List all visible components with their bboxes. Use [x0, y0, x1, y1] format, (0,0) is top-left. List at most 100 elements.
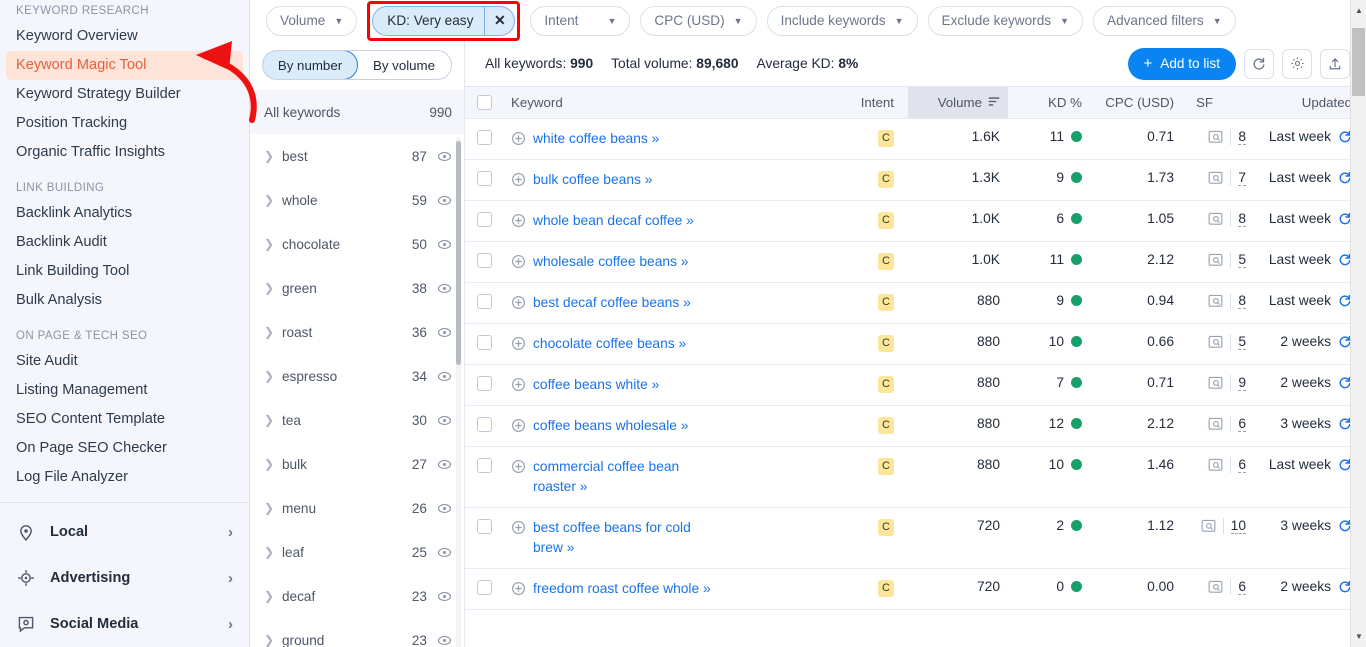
sf-value[interactable]: 6 [1238, 457, 1246, 473]
table-row[interactable]: bulk coffee beans » C 1.3K 9 1.73 7 Last week [465, 159, 1366, 201]
serp-features-icon[interactable] [1208, 580, 1223, 594]
eye-icon[interactable] [437, 281, 452, 296]
scroll-down-icon[interactable]: ▼ [1351, 628, 1366, 645]
group-row[interactable]: ❯ menu 26 [250, 486, 464, 530]
sf-value[interactable]: 7 [1238, 170, 1246, 186]
filter-intent[interactable]: Intent ▼ [530, 5, 631, 36]
sf-value[interactable]: 5 [1238, 252, 1246, 268]
keyword-link[interactable]: commercial coffee bean roaster » [533, 457, 718, 497]
row-checkbox[interactable] [476, 457, 492, 473]
eye-icon[interactable] [437, 149, 452, 164]
serp-features-icon[interactable] [1208, 376, 1223, 390]
column-header-volume[interactable]: Volume [908, 86, 1008, 119]
select-all-checkbox[interactable] [476, 95, 492, 111]
row-checkbox[interactable] [476, 334, 492, 350]
serp-features-icon[interactable] [1201, 519, 1216, 533]
refresh-icon[interactable] [1244, 48, 1274, 79]
sf-value[interactable]: 5 [1238, 334, 1246, 350]
serp-features-icon[interactable] [1208, 130, 1223, 144]
sidebar-item-keyword-strategy-builder[interactable]: Keyword Strategy Builder [0, 80, 249, 109]
group-row[interactable]: ❯ decaf 23 [250, 574, 464, 618]
table-row[interactable]: commercial coffee bean roaster » C 880 10 1.… [465, 446, 1366, 508]
serp-features-icon[interactable] [1208, 253, 1223, 267]
row-checkbox[interactable] [476, 375, 492, 391]
sf-value[interactable]: 8 [1238, 293, 1246, 309]
eye-icon[interactable] [437, 237, 452, 252]
keyword-link[interactable]: white coffee beans » [533, 129, 659, 149]
table-row[interactable]: freedom roast coffee whole » C 720 0 0.00 6 2 … [465, 568, 1366, 610]
keyword-link[interactable]: best coffee beans for cold brew » [533, 518, 718, 558]
sidebar-item-organic-traffic-insights[interactable]: Organic Traffic Insights [0, 138, 249, 167]
keyword-link[interactable]: wholesale coffee beans » [533, 252, 688, 272]
sidebar-item-seo-content-template[interactable]: SEO Content Template [0, 405, 249, 434]
sidebar-item-keyword-magic-tool[interactable]: Keyword Magic Tool [6, 51, 243, 80]
add-keyword-icon[interactable] [511, 213, 526, 228]
filter-include-keywords[interactable]: Include keywords ▼ [766, 5, 918, 36]
add-keyword-icon[interactable] [511, 254, 526, 269]
table-row[interactable]: best coffee beans for cold brew » C 720 2 1.… [465, 507, 1366, 569]
group-row[interactable]: ❯ bulk 27 [250, 442, 464, 486]
serp-features-icon[interactable] [1208, 294, 1223, 308]
row-checkbox[interactable] [476, 293, 492, 309]
add-to-list-button[interactable]: + Add to list [1127, 47, 1236, 80]
sidebar-item-backlink-audit[interactable]: Backlink Audit [0, 228, 249, 257]
gear-icon[interactable] [1282, 48, 1312, 79]
table-row[interactable]: coffee beans white » C 880 7 0.71 9 2 weeks [465, 364, 1366, 406]
eye-icon[interactable] [437, 457, 452, 472]
group-row[interactable]: ❯ espresso 34 [250, 354, 464, 398]
filter-exclude-keywords[interactable]: Exclude keywords ▼ [927, 5, 1083, 36]
sidebar-group-social-media[interactable]: Social Media › [0, 601, 249, 647]
serp-features-icon[interactable] [1208, 335, 1223, 349]
sidebar-group-local[interactable]: Local › [0, 509, 249, 555]
sf-value[interactable]: 6 [1238, 579, 1246, 595]
column-header-intent[interactable]: Intent [838, 86, 908, 119]
sf-value[interactable]: 8 [1238, 211, 1246, 227]
column-header-cpc[interactable]: CPC (USD) [1090, 86, 1182, 119]
eye-icon[interactable] [437, 633, 452, 647]
group-row-all-keywords[interactable]: All keywords 990 [250, 90, 464, 134]
group-row[interactable]: ❯ tea 30 [250, 398, 464, 442]
sidebar-item-listing-management[interactable]: Listing Management [0, 376, 249, 405]
row-checkbox[interactable] [476, 579, 492, 595]
sf-value[interactable]: 9 [1238, 375, 1246, 391]
groups-scrollbar-thumb[interactable] [456, 141, 461, 365]
sidebar-item-position-tracking[interactable]: Position Tracking [0, 109, 249, 138]
column-header-kd[interactable]: KD % [1008, 86, 1090, 119]
filter-cpc[interactable]: CPC (USD) ▼ [640, 5, 757, 36]
keyword-link[interactable]: coffee beans wholesale » [533, 416, 688, 436]
add-keyword-icon[interactable] [511, 377, 526, 392]
scrollbar-thumb[interactable] [1352, 28, 1365, 96]
sidebar-item-keyword-overview[interactable]: Keyword Overview [0, 22, 249, 51]
group-row[interactable]: ❯ whole 59 [250, 178, 464, 222]
filter-kd-chip[interactable]: KD: Very easy ✕ [372, 5, 516, 36]
sidebar-item-on-page-seo-checker[interactable]: On Page SEO Checker [0, 434, 249, 463]
column-header-keyword[interactable]: Keyword [503, 86, 838, 119]
add-keyword-icon[interactable] [511, 459, 526, 474]
row-checkbox[interactable] [476, 518, 492, 534]
add-keyword-icon[interactable] [511, 172, 526, 187]
sidebar-item-log-file-analyzer[interactable]: Log File Analyzer [0, 463, 249, 492]
add-keyword-icon[interactable] [511, 418, 526, 433]
serp-features-icon[interactable] [1208, 212, 1223, 226]
scroll-up-icon[interactable]: ▲ [1351, 2, 1366, 19]
eye-icon[interactable] [437, 545, 452, 560]
row-checkbox[interactable] [476, 252, 492, 268]
keyword-link[interactable]: whole bean decaf coffee » [533, 211, 694, 231]
toggle-by-number[interactable]: By number [263, 51, 358, 79]
sidebar-item-bulk-analysis[interactable]: Bulk Analysis [0, 286, 249, 315]
eye-icon[interactable] [437, 589, 452, 604]
serp-features-icon[interactable] [1208, 171, 1223, 185]
window-scrollbar[interactable]: ▲ ▼ [1350, 0, 1366, 647]
eye-icon[interactable] [437, 193, 452, 208]
sidebar-group-advertising[interactable]: Advertising › [0, 555, 249, 601]
export-icon[interactable] [1320, 48, 1350, 79]
group-row[interactable]: ❯ leaf 25 [250, 530, 464, 574]
sidebar-item-backlink-analytics[interactable]: Backlink Analytics [0, 199, 249, 228]
eye-icon[interactable] [437, 325, 452, 340]
row-checkbox[interactable] [476, 129, 492, 145]
toggle-by-volume[interactable]: By volume [357, 51, 451, 79]
close-icon[interactable]: ✕ [484, 6, 514, 35]
eye-icon[interactable] [437, 369, 452, 384]
table-row[interactable]: best decaf coffee beans » C 880 9 0.94 8 Last … [465, 282, 1366, 324]
keyword-link[interactable]: chocolate coffee beans » [533, 334, 686, 354]
